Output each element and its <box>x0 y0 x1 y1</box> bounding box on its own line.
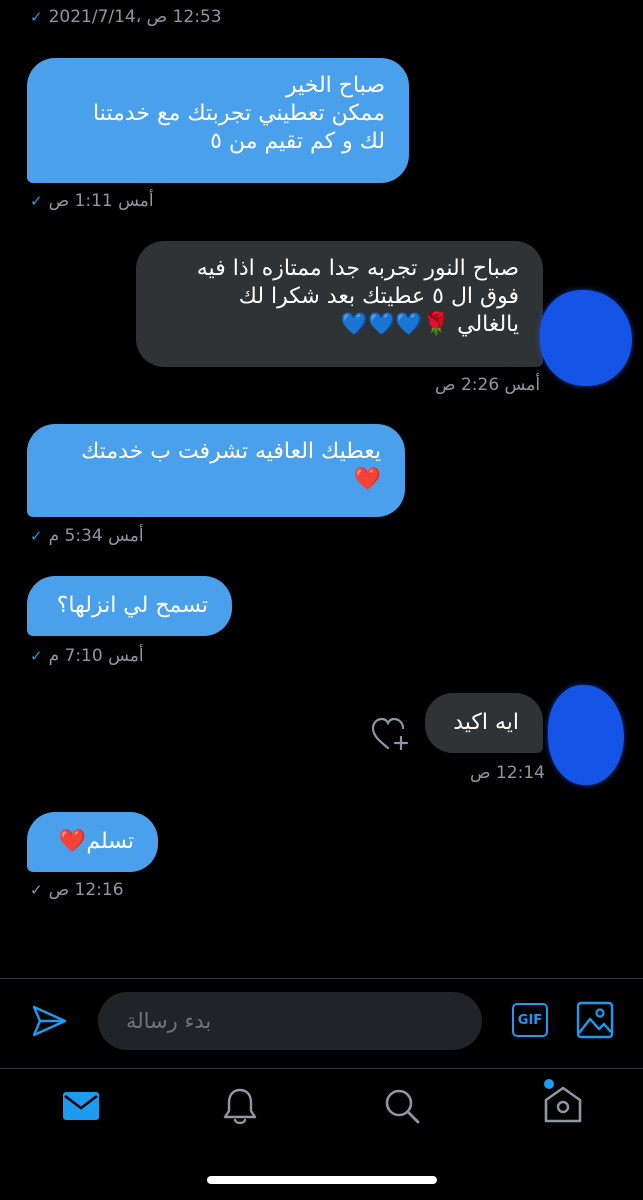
message-bubble-sent[interactable]: تسلم❤️ <box>27 812 158 872</box>
message-timestamp: أمس 1:11 ص ✓ <box>30 191 154 211</box>
bell-icon[interactable] <box>222 1086 258 1126</box>
message-bubble-sent[interactable]: صباح الخير ممكن تعطيني تجربتك مع خدمتنا … <box>27 58 409 183</box>
send-icon[interactable] <box>30 1003 68 1039</box>
home-icon[interactable] <box>540 1076 586 1126</box>
message-timestamp: أمس 5:34 م ✓ <box>30 526 144 546</box>
message-bubble-received[interactable]: صباح النور تجربه جدا ممتازه اذا فيه فوق … <box>136 241 543 367</box>
read-check-icon: ✓ <box>30 192 43 210</box>
message-timestamp: 12:16 ص ✓ <box>30 880 124 900</box>
message-bubble-sent[interactable]: يعطيك العافيه تشرفت ب خدمتك ❤️ <box>27 424 405 517</box>
read-check-icon: ✓ <box>30 8 43 26</box>
message-timestamp: أمس 7:10 م ✓ <box>30 646 144 666</box>
mail-icon[interactable] <box>62 1091 100 1121</box>
tabbar-divider <box>0 1068 643 1069</box>
read-check-icon: ✓ <box>30 527 43 545</box>
read-check-icon: ✓ <box>30 647 43 665</box>
gif-button[interactable]: GIF <box>512 1003 548 1037</box>
home-indicator <box>207 1176 437 1184</box>
composer-divider <box>0 978 643 979</box>
image-icon[interactable] <box>576 1001 614 1039</box>
avatar-redaction <box>548 685 624 785</box>
message-bubble-received[interactable]: ايه اكيد <box>425 693 543 753</box>
message-input-placeholder: بدء رسالة <box>126 1009 212 1033</box>
message-timestamp: 12:14 ص <box>470 763 545 783</box>
heart-plus-icon[interactable] <box>370 715 410 753</box>
message-bubble-sent[interactable]: تسمح لي انزلها؟ <box>27 576 232 636</box>
avatar-redaction <box>540 290 632 386</box>
gif-icon: GIF <box>517 1012 543 1028</box>
search-icon[interactable] <box>383 1087 421 1125</box>
message-timestamp: أمس 2:26 ص <box>435 375 541 395</box>
message-timestamp: 12:53 ص ،2021/7/14 ✓ <box>30 7 222 27</box>
sent-check-icon: ✓ <box>30 881 43 899</box>
message-input[interactable]: بدء رسالة <box>98 992 482 1050</box>
